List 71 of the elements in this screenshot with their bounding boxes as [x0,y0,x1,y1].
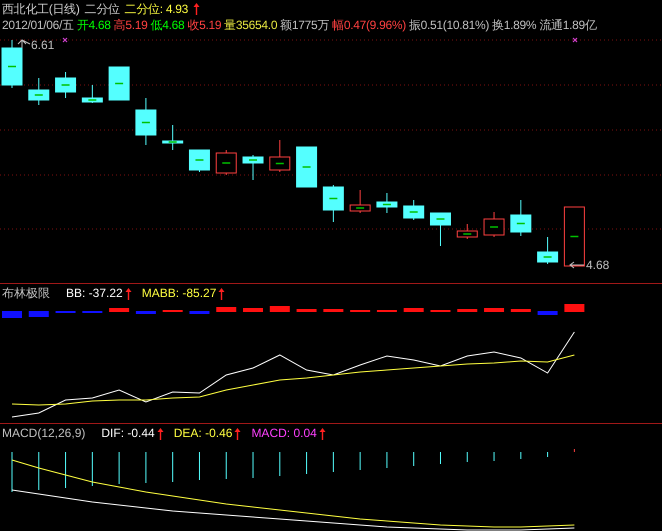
marker-icon [62,37,68,43]
candlestick [564,206,585,266]
indicator-bar [189,311,210,314]
quote-field: 幅0.47(9.96%) [332,17,406,33]
candlestick [322,184,344,222]
leader-line [569,262,584,268]
low-price-label: 4.68 [586,258,610,272]
candlestick [82,84,103,104]
quote-field: 开4.68 [76,17,111,33]
candlestick [162,124,184,150]
quote-field: 高5.19 [114,17,148,33]
indicator-value: BB: -37.22 [66,286,123,301]
indicator-value: DIF: -0.44 [101,426,155,441]
candlestick [55,72,76,98]
indicator-value: DEA: -0.46 [174,426,232,441]
indicator-bar [243,308,264,312]
indicator-bar [216,307,236,312]
indicator-bar [564,304,584,312]
candlestick [108,66,130,100]
quote-field: 额1775万 [280,17,330,33]
candlestick [403,200,424,220]
indicator-reading: 二分位: 4.93 [124,1,188,17]
indicator-value: MACD: 0.04 [251,426,317,441]
indicator-bar [538,311,558,315]
indicator-bar [2,311,22,318]
quote-field: 收5.19 [187,17,222,33]
candlestick [269,140,290,172]
indicator-name: MACD(12,26,9) [2,426,86,441]
candlestick [188,150,210,172]
leader-line [18,39,30,48]
quote-field: 流通1.89亿 [539,17,597,33]
candlestick [430,212,451,246]
indicator-bar [270,306,290,312]
indicator-bar [28,311,49,317]
indicator-bar [430,310,450,312]
candlestick [484,212,505,238]
high-price-label: 6.61 [31,38,54,52]
quote-field: 量35654.0 [224,17,278,33]
indicator-bar [323,309,344,312]
indicator-name: 布林极限 [2,286,50,301]
indicator-bar [296,309,317,312]
quote-field: 振0.51(10.81%) [408,17,490,33]
indicator-bar [376,310,397,312]
indicator-bar [56,311,76,313]
indicator-bar [484,308,504,312]
indicator-bar [404,308,424,312]
indicator-name: 二分位 [84,1,120,17]
candlestick [2,40,22,88]
indicator-value: MABB: -85.27 [142,286,216,301]
candlestick [216,150,237,176]
candlestick [376,192,398,214]
indicator-bar [457,309,478,312]
indicator-bar [82,311,102,313]
marker-icon [572,37,578,43]
quote-field: 低4.68 [150,17,184,33]
indicator-bar [136,311,156,314]
candlestick [135,98,156,146]
candlestick [28,78,50,106]
candlestick [537,236,558,264]
security-title: 西北化工(日线) [2,1,80,17]
candlestick [350,190,371,214]
quote-field: 2012/01/06/五 [2,17,74,33]
indicator-bar [350,310,370,312]
indicator-bar [109,308,130,312]
indicator-bar [510,309,531,312]
candlestick [510,200,532,236]
candlestick [296,146,318,188]
quote-field: 换1.89% [492,17,536,33]
candlestick [242,154,264,180]
indicator-bar [162,310,183,312]
candlestick [456,224,478,240]
